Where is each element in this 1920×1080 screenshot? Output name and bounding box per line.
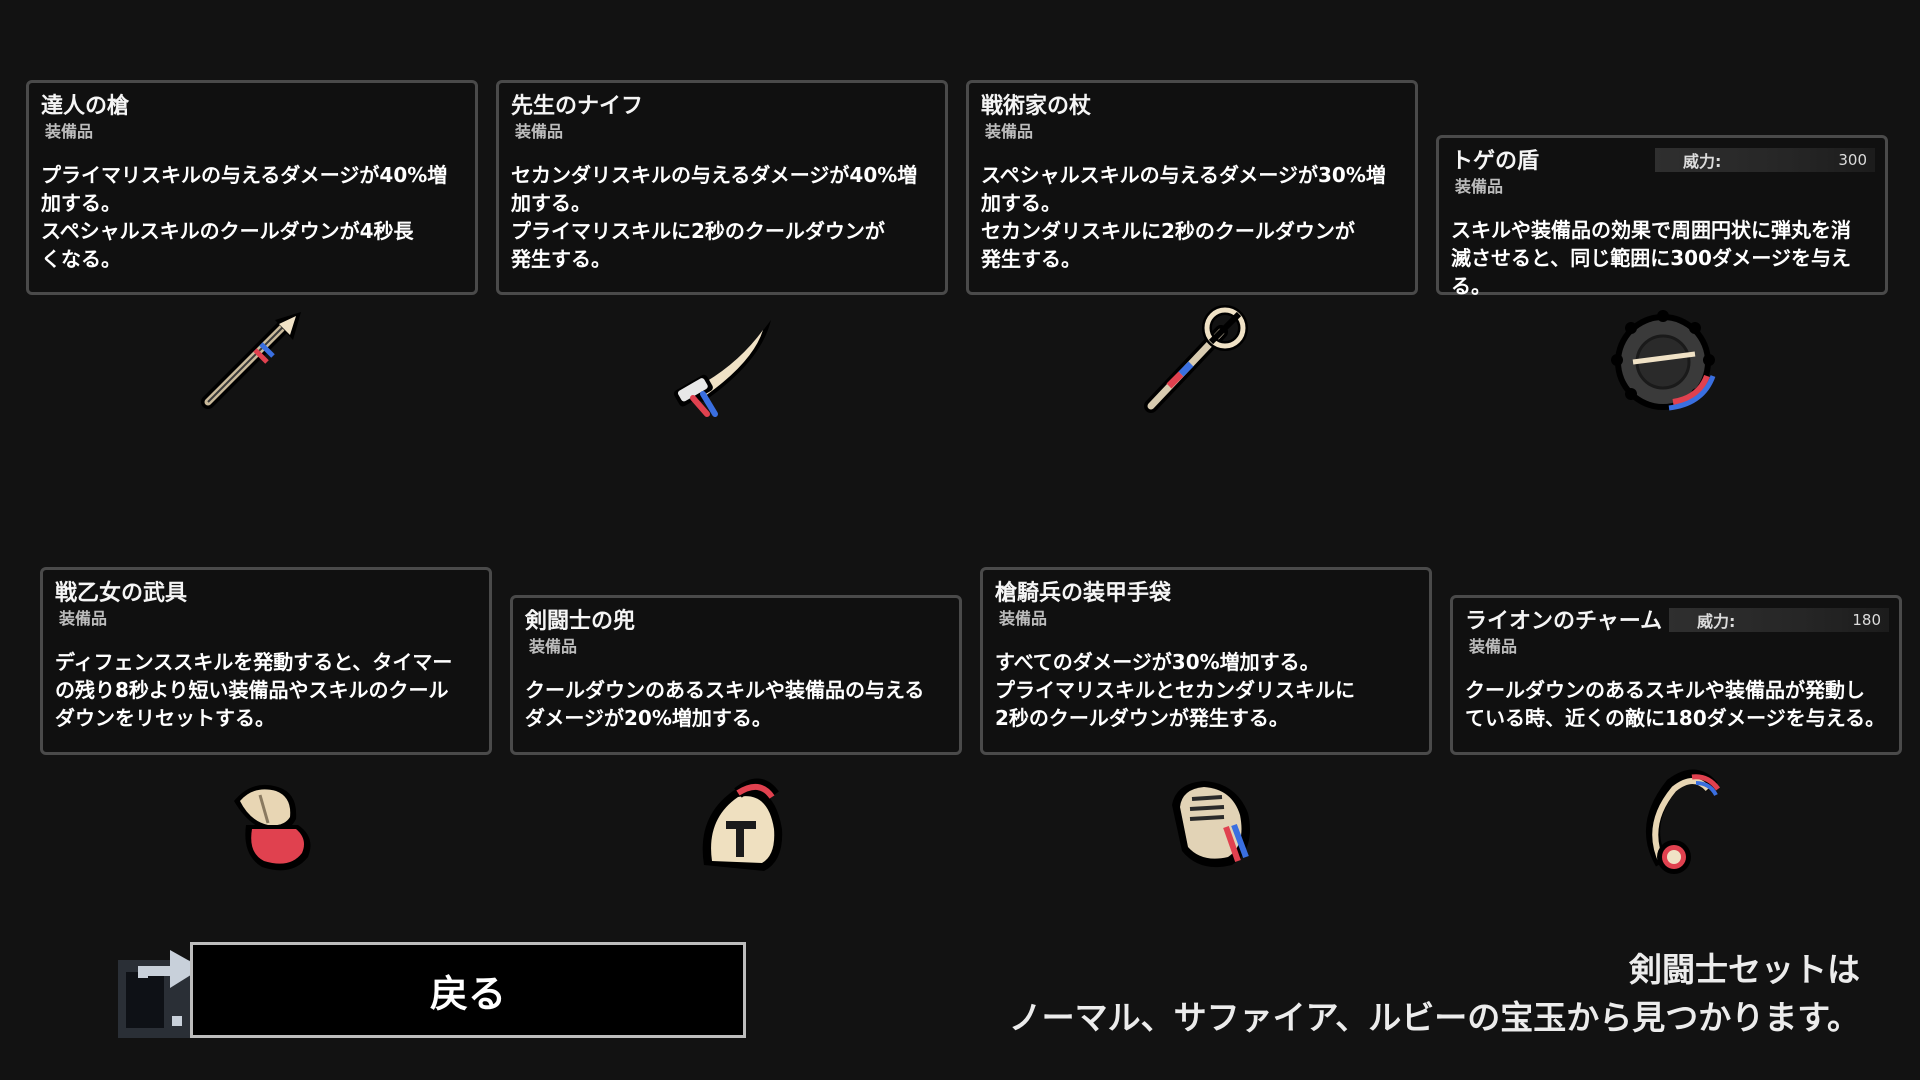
item-type: 装備品 [59, 609, 108, 628]
lion-charm-icon[interactable] [1622, 765, 1742, 885]
item-type: 装備品 [515, 122, 564, 141]
item-description: クールダウンのあるスキルや装備品の与える ダメージが20%増加する。 [525, 678, 925, 730]
power-label: 威力: [1697, 612, 1736, 631]
spiked-shield-icon[interactable] [1603, 302, 1723, 422]
item-card-lion-charm[interactable]: 威力: 180 ライオンのチャーム 装備品 クールダウンのあるスキルや装備品が発… [1450, 595, 1902, 755]
item-title: 槍騎兵の装甲手袋 [995, 581, 1172, 606]
item-title: 戦乙女の武具 [55, 581, 188, 606]
armor-icon[interactable] [212, 765, 332, 885]
item-type: 装備品 [999, 609, 1048, 628]
back-button[interactable]: 戻る [190, 942, 746, 1038]
helmet-icon[interactable] [682, 765, 802, 885]
power-value: 300 [1838, 151, 1867, 169]
item-description: スペシャルスキルの与えるダメージが30%増 加する。 セカンダリスキルに2秒のク… [981, 163, 1386, 271]
item-title: 先生のナイフ [511, 94, 644, 119]
item-description: セカンダリスキルの与えるダメージが40%増 加する。 プライマリスキルに2秒のク… [511, 163, 918, 271]
item-description: ディフェンススキルを発動すると、タイマー の残り8秒より短い装備品やスキルのクー… [55, 650, 453, 730]
item-card-master-spear[interactable]: 達人の槍 装備品 プライマリスキルの与えるダメージが40%増 加する。 スペシャ… [26, 80, 478, 295]
knife-icon[interactable] [663, 302, 783, 422]
item-card-gladiator-helmet[interactable]: 剣闘士の兜 装備品 クールダウンのあるスキルや装備品の与える ダメージが20%増… [510, 595, 962, 755]
item-card-valkyrie-armor[interactable]: 戦乙女の武具 装備品 ディフェンススキルを発動すると、タイマー の残り8秒より短… [40, 567, 492, 755]
item-type: 装備品 [45, 122, 94, 141]
gauntlet-icon[interactable] [1152, 765, 1272, 885]
item-title: 剣闘士の兜 [525, 609, 636, 634]
item-description: プライマリスキルの与えるダメージが40%増 加する。 スペシャルスキルのクールダ… [41, 163, 448, 271]
footer-line-2: ノーマル、サファイア、ルビーの宝玉から見つかります。 [1008, 998, 1860, 1037]
item-description: すべてのダメージが30%増加する。 プライマリスキルとセカンダリスキルに 2秒の… [995, 650, 1355, 730]
item-type: 装備品 [529, 637, 578, 656]
footer-line-1: 剣闘士セットは [1629, 950, 1860, 989]
set-source-info: 剣闘士セットは ノーマル、サファイア、ルビーの宝玉から見つかります。 [1009, 946, 1860, 1042]
staff-icon[interactable] [1133, 302, 1253, 422]
item-type: 装備品 [1455, 177, 1504, 196]
item-card-tactician-staff[interactable]: 戦術家の杖 装備品 スペシャルスキルの与えるダメージが30%増 加する。 セカン… [966, 80, 1418, 295]
power-indicator: 威力: 300 [1655, 148, 1875, 172]
item-title: 戦術家の杖 [981, 94, 1092, 119]
item-card-lancer-gauntlet[interactable]: 槍騎兵の装甲手袋 装備品 すべてのダメージが30%増加する。 プライマリスキルと… [980, 567, 1432, 755]
power-value: 180 [1852, 611, 1881, 629]
item-card-spiked-shield[interactable]: 威力: 300 トゲの盾 装備品 スキルや装備品の効果で周囲円状に弾丸を消 滅さ… [1436, 135, 1888, 298]
item-description: スキルや装備品の効果で周囲円状に弾丸を消 滅させると、同じ範囲に300ダメージを… [1451, 218, 1851, 298]
item-type: 装備品 [1469, 637, 1518, 656]
back-control[interactable]: 戻る [112, 938, 752, 1042]
item-description: クールダウンのあるスキルや装備品が発動し ている時、近くの敵に180ダメージを与… [1465, 678, 1886, 730]
item-card-sensei-knife[interactable]: 先生のナイフ 装備品 セカンダリスキルの与えるダメージが40%増 加する。 プラ… [496, 80, 948, 295]
item-title: 達人の槍 [41, 94, 130, 119]
spear-icon[interactable] [193, 302, 313, 422]
item-type: 装備品 [985, 122, 1034, 141]
power-label: 威力: [1683, 152, 1722, 171]
power-indicator: 威力: 180 [1669, 608, 1889, 632]
